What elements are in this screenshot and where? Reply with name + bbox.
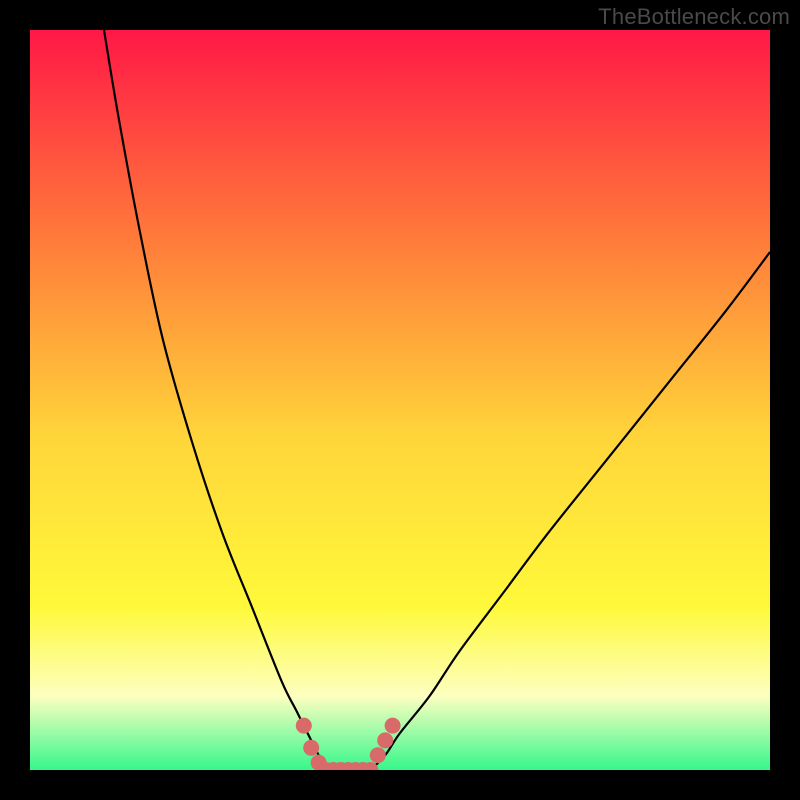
plot-area: [30, 30, 770, 770]
right-branch-curve: [370, 252, 770, 770]
curve-layer: [30, 30, 770, 770]
left-branch-curve: [104, 30, 326, 770]
fit-region-markers: [296, 718, 401, 770]
fit-marker: [296, 718, 312, 734]
chart-frame: TheBottleneck.com: [0, 0, 800, 800]
fit-marker: [377, 732, 393, 748]
fit-marker: [303, 740, 319, 756]
fit-marker: [385, 718, 401, 734]
fit-marker: [370, 747, 386, 763]
watermark-text: TheBottleneck.com: [598, 4, 790, 30]
